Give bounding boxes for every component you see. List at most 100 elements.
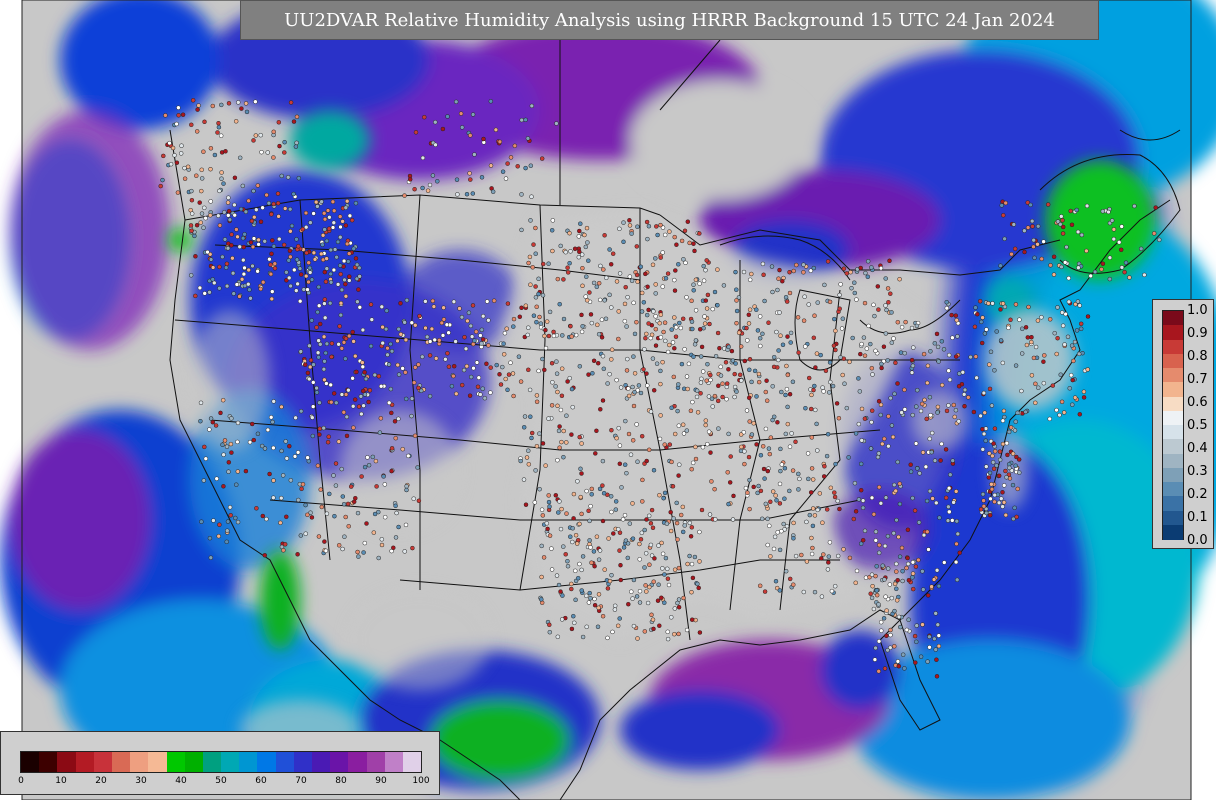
station-dot bbox=[926, 547, 931, 552]
station-dot bbox=[336, 342, 341, 347]
station-dot bbox=[944, 305, 950, 311]
station-dot bbox=[342, 277, 347, 283]
station-dot bbox=[286, 275, 292, 281]
obs-legend-label: 0.4 bbox=[1187, 441, 1208, 456]
station-dot bbox=[672, 631, 677, 637]
station-dot bbox=[276, 120, 282, 125]
station-dot bbox=[326, 226, 332, 231]
station-dot bbox=[890, 434, 896, 440]
station-dot bbox=[832, 583, 838, 589]
station-dot bbox=[262, 446, 268, 451]
station-dot bbox=[1078, 321, 1084, 327]
station-dot bbox=[516, 354, 522, 359]
station-dot bbox=[1026, 304, 1031, 310]
station-dot bbox=[835, 553, 841, 559]
station-dot bbox=[569, 581, 574, 587]
station-dot bbox=[528, 282, 533, 287]
station-dot bbox=[255, 269, 260, 274]
station-dot bbox=[1065, 334, 1071, 340]
station-dot bbox=[345, 501, 351, 507]
station-dot bbox=[402, 193, 407, 198]
station-dot bbox=[805, 451, 811, 456]
station-dot bbox=[1085, 314, 1091, 319]
station-dot bbox=[549, 228, 555, 233]
station-dot bbox=[739, 378, 744, 383]
station-dot bbox=[851, 516, 857, 522]
station-dot bbox=[751, 484, 756, 490]
station-dot bbox=[655, 232, 660, 238]
station-dot bbox=[671, 374, 677, 380]
station-dot bbox=[893, 488, 898, 494]
station-dot bbox=[894, 517, 899, 523]
rh-legend-segment bbox=[202, 752, 222, 772]
station-dot bbox=[989, 482, 994, 487]
station-dot bbox=[338, 224, 343, 230]
station-dot bbox=[557, 301, 562, 307]
station-dot bbox=[955, 531, 961, 537]
station-dot bbox=[265, 150, 270, 155]
station-dot bbox=[337, 263, 343, 268]
station-dot bbox=[594, 428, 599, 434]
station-dot bbox=[404, 487, 409, 493]
station-dot bbox=[348, 484, 354, 489]
station-dot bbox=[246, 267, 251, 273]
station-dot bbox=[882, 666, 888, 671]
station-dot bbox=[1066, 275, 1071, 281]
station-dot bbox=[899, 324, 905, 330]
station-dot bbox=[546, 493, 551, 498]
station-dot bbox=[702, 314, 707, 319]
station-dot bbox=[328, 247, 334, 253]
station-dot bbox=[651, 388, 657, 393]
station-dot bbox=[639, 290, 645, 296]
station-dot bbox=[294, 140, 299, 146]
station-dot bbox=[576, 234, 582, 239]
station-dot bbox=[500, 169, 506, 174]
station-dot bbox=[325, 208, 331, 213]
station-dot bbox=[1151, 231, 1157, 236]
station-dot bbox=[661, 329, 666, 335]
station-dot bbox=[790, 379, 796, 385]
station-dot bbox=[646, 321, 651, 326]
station-dot bbox=[756, 379, 762, 385]
station-dot bbox=[825, 567, 831, 572]
station-dot bbox=[1069, 222, 1075, 228]
station-dot bbox=[367, 388, 373, 393]
station-dot bbox=[873, 538, 879, 543]
station-dot bbox=[844, 271, 850, 276]
station-dot bbox=[550, 218, 556, 223]
station-dot bbox=[644, 371, 649, 376]
station-dot bbox=[279, 173, 284, 179]
station-dot bbox=[579, 567, 584, 573]
station-dot bbox=[411, 380, 417, 385]
station-dot bbox=[825, 431, 831, 437]
station-dot bbox=[584, 624, 589, 630]
station-dot bbox=[974, 375, 979, 381]
station-dot bbox=[297, 298, 303, 304]
station-dot bbox=[642, 565, 647, 570]
station-dot bbox=[1005, 452, 1010, 458]
station-dot bbox=[423, 299, 428, 304]
station-dot bbox=[232, 175, 238, 181]
station-dot bbox=[623, 418, 628, 424]
station-dot bbox=[243, 101, 249, 106]
station-dot bbox=[365, 455, 370, 460]
station-dot bbox=[354, 369, 359, 375]
station-dot bbox=[966, 395, 971, 400]
station-dot bbox=[818, 352, 823, 358]
station-dot bbox=[1002, 236, 1007, 242]
station-dot bbox=[853, 509, 859, 514]
station-dot bbox=[869, 495, 875, 501]
station-dot bbox=[787, 576, 793, 582]
station-dot bbox=[638, 264, 644, 270]
station-dot bbox=[932, 458, 938, 463]
station-dot bbox=[596, 557, 602, 562]
station-dot bbox=[666, 582, 672, 588]
station-dot bbox=[650, 262, 656, 268]
station-dot bbox=[688, 534, 694, 539]
station-dot bbox=[542, 333, 547, 339]
station-dot bbox=[715, 330, 721, 336]
station-dot bbox=[353, 256, 359, 261]
station-dot bbox=[413, 130, 419, 135]
station-dot bbox=[828, 379, 833, 385]
station-dot bbox=[821, 474, 827, 479]
